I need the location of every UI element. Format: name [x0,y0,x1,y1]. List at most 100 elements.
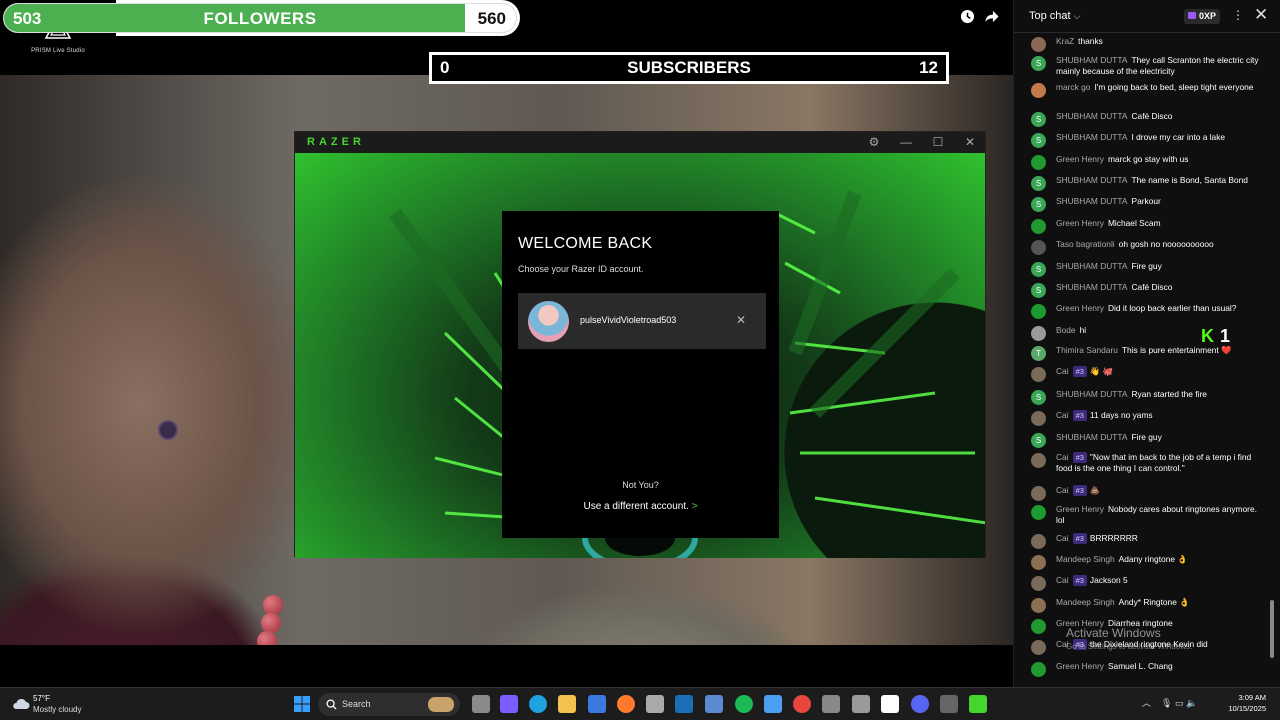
taskbar-clock[interactable]: 3:09 AM 10/15/2025 [1208,692,1266,714]
chat-avatar[interactable] [1031,411,1046,426]
chat-author[interactable]: KraZ [1056,36,1074,46]
settings-icon[interactable]: ⚙ [858,132,890,153]
chat-author[interactable]: Taso bagrationli [1056,239,1115,249]
chat-avatar[interactable]: S [1031,262,1046,277]
chat-avatar[interactable] [1031,576,1046,591]
chat-scrollbar[interactable] [1268,45,1276,665]
terminal-icon[interactable] [822,695,840,713]
chat-avatar[interactable]: S [1031,390,1046,405]
tiktok-icon[interactable] [881,695,899,713]
chat-avatar[interactable] [1031,37,1046,52]
chat-author[interactable]: Cai [1056,366,1069,376]
chat-avatar[interactable]: S [1031,176,1046,191]
chat-message[interactable]: S SHUBHAM DUTTA Ryan started the fire [1014,389,1272,405]
chat-message[interactable]: Green Henry Did it loop back earlier than… [1014,303,1272,319]
account-card[interactable]: pulseVividVioletroad503 ✕ [518,293,766,349]
spotify-icon[interactable] [735,695,753,713]
chat-author[interactable]: Green Henry [1056,504,1104,514]
chat-mode-dropdown[interactable]: Top chat ⌵ [1029,10,1080,22]
close-chat-icon[interactable]: ✕ [1254,5,1268,25]
app4-icon[interactable] [852,695,870,713]
network-icon[interactable]: ▭ [1175,698,1184,708]
chat-message[interactable]: Green Henry Michael Scam [1014,218,1272,234]
chat-message[interactable]: Cai #3 Jackson 5 [1014,575,1272,591]
copilot-icon[interactable] [500,695,518,713]
start-icon[interactable] [293,695,311,713]
chat-message[interactable]: S SHUBHAM DUTTA Fire guy [1014,432,1272,448]
chat-author[interactable]: Mandeep Singh [1056,597,1115,607]
chat-author[interactable]: SHUBHAM DUTTA [1056,432,1128,442]
chat-avatar[interactable]: S [1031,433,1046,448]
chat-message[interactable]: S SHUBHAM DUTTA Café Disco [1014,282,1272,298]
chat-avatar[interactable] [1031,662,1046,677]
chat-avatar[interactable] [1031,367,1046,382]
chat-author[interactable]: SHUBHAM DUTTA [1056,282,1128,292]
chat-author[interactable]: Cai [1056,410,1069,420]
chat-message[interactable]: Cai #3 💩 [1014,485,1272,501]
chat-avatar[interactable]: S [1031,56,1046,71]
chat-avatar[interactable] [1031,326,1046,341]
chat-author[interactable]: SHUBHAM DUTTA [1056,389,1128,399]
chat-message[interactable]: Cai #3 👋 🐙 [1014,366,1272,382]
chat-author[interactable]: Green Henry [1056,218,1104,228]
chat-author[interactable]: SHUBHAM DUTTA [1056,111,1128,121]
close-icon[interactable]: ✕ [954,132,986,153]
mic-icon[interactable]: 🎙 [1161,698,1172,708]
chat-avatar[interactable]: S [1031,283,1046,298]
chat-message[interactable]: Cai #3 "Now that im back to the job of a t… [1014,452,1272,474]
chat-message[interactable]: S SHUBHAM DUTTA I drove my car into a lake [1014,132,1272,148]
chat-author[interactable]: Green Henry [1056,303,1104,313]
chat-message[interactable]: Bode hi [1014,325,1272,341]
app5-icon[interactable] [940,695,958,713]
tray-chevron-icon[interactable]: ︿ [1142,698,1151,708]
chat-avatar[interactable] [1031,598,1046,613]
chat-avatar[interactable] [1031,219,1046,234]
chat-message[interactable]: S SHUBHAM DUTTA The name is Bond, Santa Bo… [1014,175,1272,191]
chat-message[interactable]: marck go I'm going back to bed, sleep tig… [1014,82,1272,98]
chat-message[interactable]: Mandeep Singh Andy* Ringtone 👌 [1014,597,1272,613]
chat-message[interactable]: Cai #3 BRRRRRRR [1014,533,1272,549]
maximize-icon[interactable]: ☐ [922,132,954,153]
chat-author[interactable]: Cai [1056,533,1069,543]
chat-author[interactable]: Thimira Sandaru [1056,345,1118,355]
chrome-icon[interactable] [793,695,811,713]
chat-message[interactable]: KraZ thanks [1014,36,1272,52]
file-explorer-icon[interactable] [558,695,576,713]
chat-avatar[interactable] [1031,619,1046,634]
chat-message[interactable]: Green Henry Nobody cares about ringtones … [1014,504,1272,525]
chat-avatar[interactable]: S [1031,133,1046,148]
chat-author[interactable]: Bode [1056,325,1076,335]
chat-author[interactable]: Mandeep Singh [1056,554,1115,564]
minimize-icon[interactable]: — [890,132,922,153]
chat-message[interactable]: S SHUBHAM DUTTA They call Scranton the ele… [1014,55,1272,76]
chat-author[interactable]: SHUBHAM DUTTA [1056,55,1128,65]
chat-message[interactable]: Mandeep Singh Adany ringtone 👌 [1014,554,1272,570]
taskbar-search[interactable]: Search [318,693,460,716]
chat-message[interactable]: Taso bagrationli oh gosh no noooooooooo [1014,239,1272,255]
chat-message[interactable]: Green Henry marck go stay with us [1014,154,1272,170]
volume-icon[interactable]: 🔈 [1186,698,1197,708]
chat-author[interactable]: SHUBHAM DUTTA [1056,261,1128,271]
use-different-account-link[interactable]: Use a different account. > [502,501,779,512]
share-icon[interactable] [984,9,1000,24]
discord-icon[interactable] [911,695,929,713]
more-options-icon[interactable]: ⋮ [1232,8,1244,22]
task-view-icon[interactable] [472,695,490,713]
chat-avatar[interactable] [1031,304,1046,319]
chat-author[interactable]: Cai [1056,485,1069,495]
chat-message[interactable]: Green Henry Samuel L. Chang [1014,661,1272,677]
chat-avatar[interactable] [1031,240,1046,255]
chat-message[interactable]: S SHUBHAM DUTTA Fire guy [1014,261,1272,277]
chat-author[interactable]: SHUBHAM DUTTA [1056,196,1128,206]
clock-icon[interactable] [960,9,975,24]
scrollbar-thumb[interactable] [1270,600,1274,658]
chat-avatar[interactable] [1031,505,1046,520]
xp-badge[interactable]: 0XP [1184,9,1221,24]
chat-avatar[interactable] [1031,555,1046,570]
store-icon[interactable] [588,695,606,713]
app3-icon[interactable] [764,695,782,713]
chat-avatar[interactable] [1031,83,1046,98]
chat-author[interactable]: Cai [1056,452,1069,462]
chat-avatar[interactable] [1031,534,1046,549]
app2-icon[interactable] [705,695,723,713]
